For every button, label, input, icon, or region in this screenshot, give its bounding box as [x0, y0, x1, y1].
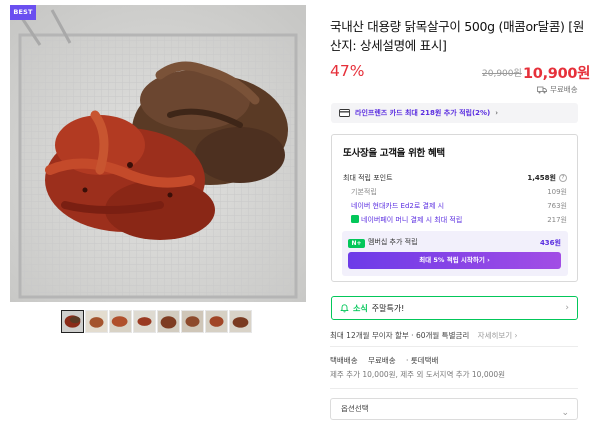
- option-select[interactable]: 옵션선택 ⌄: [330, 398, 578, 420]
- thumbnail[interactable]: [157, 310, 180, 333]
- thumbnail[interactable]: [133, 310, 156, 333]
- original-price: 20,900원: [482, 69, 522, 79]
- npay-icon: [351, 215, 359, 223]
- delivery-extra-fee: 제주 추가 10,000원, 제주 외 도서지역 추가 10,000원: [330, 370, 506, 379]
- points-row-value: 109원: [547, 188, 567, 196]
- thumbnail[interactable]: [181, 310, 204, 333]
- card-benefit-banner[interactable]: 라인프렌즈 카드 최대 218원 추가 적립(2%) ›: [331, 103, 578, 123]
- best-badge: BEST: [10, 5, 36, 20]
- question-icon[interactable]: ?: [559, 174, 567, 182]
- thumbnail-strip: [61, 310, 252, 334]
- membership-box: N+ 멤버십 추가 적립 436원 최대 5% 적립 시작하기 ›: [342, 231, 568, 276]
- benefit-panel: 또사장을 고객을 위한 혜택 최대 적립 포인트 1,458원 ? 기본적립 1…: [331, 134, 578, 282]
- chevron-right-icon: ›: [495, 109, 499, 117]
- bell-icon: [340, 303, 349, 312]
- membership-value: 436원: [539, 238, 561, 247]
- shipping-info: 무료배송: [537, 84, 578, 95]
- sale-price: 10,900원: [523, 66, 591, 82]
- installment-more-link[interactable]: 자세히보기 ›: [478, 331, 518, 340]
- truck-icon: [537, 86, 547, 93]
- store-news-bar[interactable]: 소식 주말특가! ›: [331, 296, 578, 320]
- grilled-chicken-photo: [10, 5, 306, 302]
- membership-start-button[interactable]: 최대 5% 적립 시작하기 ›: [348, 252, 561, 269]
- thumbnail[interactable]: [61, 310, 84, 333]
- benefit-title: 또사장을 고객을 위한 혜택: [343, 148, 445, 159]
- membership-label: 멤버십 추가 적립: [368, 238, 418, 246]
- points-row-npay[interactable]: 네이버페이 머니 결제 시 최대 적립 217원: [343, 215, 567, 225]
- max-points-row: 최대 적립 포인트 1,458원 ?: [343, 173, 567, 183]
- delivery-carrier: · 롯데택배: [406, 356, 439, 365]
- product-title: 국내산 대용량 닭목살구이 500g (매콤or달콤) [원산지: 상세설명에 …: [330, 19, 585, 53]
- points-row-value: 217원: [547, 216, 567, 224]
- points-row-label[interactable]: 네이버페이 머니 결제 시 최대 적립: [361, 216, 462, 224]
- points-row-label[interactable]: 네이버 현대카드 Ed2로 결제 시: [343, 201, 444, 211]
- thumbnail[interactable]: [85, 310, 108, 333]
- thumbnail[interactable]: [205, 310, 228, 333]
- news-prefix: 소식: [353, 303, 368, 313]
- max-points-value: 1,458원: [527, 174, 556, 182]
- chevron-right-icon: ›: [565, 303, 569, 313]
- chevron-down-icon: ⌄: [561, 408, 569, 418]
- delivery-type: 택배배송: [330, 356, 358, 365]
- delivery-fee: 무료배송: [368, 356, 396, 365]
- installment-text: 최대 12개월 무이자 할부 · 60개월 특별금리: [330, 331, 470, 340]
- product-main-image[interactable]: BEST: [10, 5, 306, 302]
- option-placeholder: 옵션선택: [341, 404, 369, 413]
- card-banner-text: 라인프렌즈 카드 최대 218원 추가 적립(2%): [355, 109, 491, 117]
- divider: [330, 346, 578, 347]
- news-text: 주말특가!: [371, 303, 405, 313]
- points-row-card[interactable]: 네이버 현대카드 Ed2로 결제 시 763원: [343, 201, 567, 211]
- points-row-value: 763원: [547, 202, 567, 210]
- points-row-basic: 기본적립 109원: [343, 187, 567, 197]
- credit-card-icon: [339, 109, 350, 117]
- thumbnail[interactable]: [229, 310, 252, 333]
- nplus-badge: N+: [348, 239, 365, 248]
- installment-info: 최대 12개월 무이자 할부 · 60개월 특별금리 자세히보기 ›: [330, 330, 518, 341]
- shipping-label: 무료배송: [550, 85, 578, 94]
- divider: [330, 388, 578, 389]
- delivery-info: 택배배송 무료배송 · 롯데택배: [330, 355, 446, 366]
- max-points-label: 최대 적립 포인트: [343, 174, 393, 182]
- points-row-label: 기본적립: [351, 188, 377, 196]
- membership-row: N+ 멤버십 추가 적립 436원: [348, 237, 561, 248]
- thumbnail[interactable]: [109, 310, 132, 333]
- discount-rate: 47%: [330, 62, 365, 80]
